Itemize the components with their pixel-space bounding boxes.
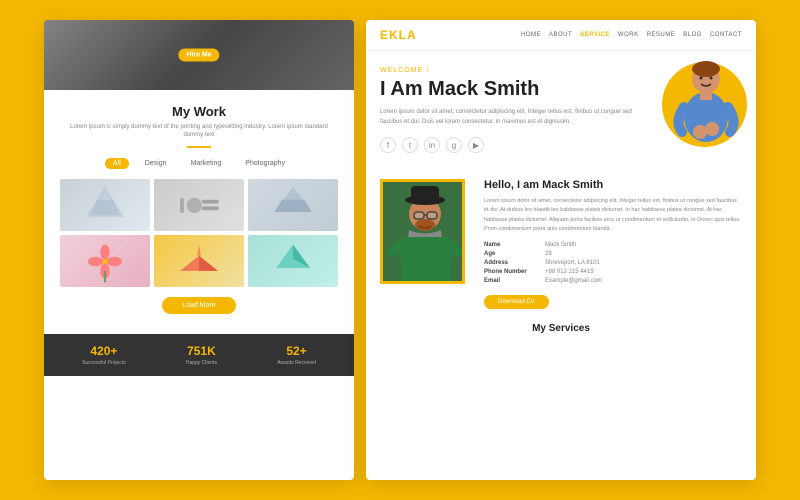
person-photo-container — [380, 179, 470, 284]
right-hero-section: WELCOME ! I Am Mack Smith Lorem ipsum do… — [366, 51, 756, 171]
nav-resume[interactable]: RESUME — [647, 32, 676, 38]
welcome-label: WELCOME ! — [380, 67, 632, 74]
info-label-phone: Phone Number — [484, 269, 539, 275]
hero-name: I Am Mack Smith — [380, 78, 632, 100]
portfolio-item-4[interactable] — [60, 235, 150, 287]
filter-tab-photography[interactable]: Photography — [237, 158, 293, 169]
nav-about[interactable]: ABOUT — [549, 32, 572, 38]
logo: EKLA — [380, 28, 417, 42]
about-description: Lorem ipsum dolor sit amet, consectetur … — [484, 197, 742, 234]
info-value-address: Shreveport, LA 8101 — [545, 260, 600, 266]
right-navbar: EKLA HOME ABOUT SERVICE WORK RESUME BLOG… — [366, 20, 756, 51]
info-table: Name Mack Smith Age 28 Address Shrevepor… — [484, 242, 742, 284]
info-row-address: Address Shreveport, LA 8101 — [484, 260, 742, 266]
person-photo — [383, 182, 462, 281]
about-title: Hello, I am Mack Smith — [484, 179, 742, 191]
social-twitter[interactable]: t — [402, 137, 418, 153]
info-row-age: Age 28 — [484, 251, 742, 257]
person-photo-frame — [380, 179, 465, 284]
left-panel-hero: Hire Me — [44, 20, 354, 90]
info-label-address: Address — [484, 260, 539, 266]
info-label-name: Name — [484, 242, 539, 248]
nav-contact[interactable]: CONTACT — [710, 32, 742, 38]
info-row-name: Name Mack Smith — [484, 242, 742, 248]
filter-tabs: All Design Marketing Photography — [60, 158, 338, 169]
hire-me-button[interactable]: Hire Me — [178, 49, 219, 62]
info-value-email: Example@gmail.com — [545, 278, 602, 284]
stat-awards-number: 52+ — [277, 344, 316, 358]
info-label-age: Age — [484, 251, 539, 257]
right-panel: EKLA HOME ABOUT SERVICE WORK RESUME BLOG… — [366, 20, 756, 480]
hero-person-image — [654, 57, 744, 157]
portfolio-item-5[interactable] — [154, 235, 244, 287]
nav-service[interactable]: SERVICE — [580, 32, 610, 38]
stat-clients-label: Happy Clients — [186, 360, 217, 366]
load-more-button[interactable]: Load More — [162, 297, 235, 314]
info-label-email: Email — [484, 278, 539, 284]
stat-clients: 751K Happy Clients — [186, 344, 217, 366]
portfolio-title: My Work — [60, 104, 338, 119]
stat-projects-label: Successful Projects — [82, 360, 126, 366]
hero-description: Lorem ipsum dolor sit amet, consectetur … — [380, 108, 632, 127]
portfolio-item-2[interactable] — [154, 179, 244, 231]
social-icons: f t in g ▶ — [380, 137, 632, 153]
title-divider — [187, 146, 211, 148]
social-youtube[interactable]: ▶ — [468, 137, 484, 153]
hero-text: WELCOME ! I Am Mack Smith Lorem ipsum do… — [380, 67, 642, 161]
social-linkedin[interactable]: in — [424, 137, 440, 153]
about-text-area: Hello, I am Mack Smith Lorem ipsum dolor… — [484, 179, 742, 309]
outer-frame: Hire Me My Work Lorem ipsum is simply du… — [0, 0, 800, 500]
filter-tab-design[interactable]: Design — [137, 158, 175, 169]
filter-tab-marketing[interactable]: Marketing — [183, 158, 230, 169]
info-value-phone: +98 012 215 4415 — [545, 269, 594, 275]
stat-awards-label: Awards Received — [277, 360, 316, 366]
download-cv-button[interactable]: Download CV — [484, 295, 549, 309]
social-googleplus[interactable]: g — [446, 137, 462, 153]
nav-home[interactable]: HOME — [521, 32, 541, 38]
stats-bar: 420+ Successful Projects 751K Happy Clie… — [44, 334, 354, 376]
stat-projects-number: 420+ — [82, 344, 126, 358]
stat-clients-number: 751K — [186, 344, 217, 358]
stat-awards: 52+ Awards Received — [277, 344, 316, 366]
filter-tab-all[interactable]: All — [105, 158, 129, 169]
portfolio-content: My Work Lorem ipsum is simply dummy text… — [44, 90, 354, 334]
portfolio-item-3[interactable] — [248, 179, 338, 231]
left-panel: Hire Me My Work Lorem ipsum is simply du… — [44, 20, 354, 480]
nav-work[interactable]: WORK — [618, 32, 639, 38]
my-services-label: My Services — [366, 317, 756, 338]
portfolio-item-1[interactable] — [60, 179, 150, 231]
info-row-email: Email Example@gmail.com — [484, 278, 742, 284]
portfolio-item-6[interactable] — [248, 235, 338, 287]
portfolio-grid — [60, 179, 338, 287]
right-middle-section: Hello, I am Mack Smith Lorem ipsum dolor… — [366, 171, 756, 317]
hero-image-area — [642, 67, 742, 161]
info-row-phone: Phone Number +98 012 215 4415 — [484, 269, 742, 275]
portfolio-subtitle: Lorem ipsum is simply dummy text of the … — [60, 123, 338, 140]
stat-projects: 420+ Successful Projects — [82, 344, 126, 366]
info-value-name: Mack Smith — [545, 242, 576, 248]
nav-blog[interactable]: BLOG — [683, 32, 702, 38]
nav-links: HOME ABOUT SERVICE WORK RESUME BLOG CONT… — [521, 32, 742, 38]
social-facebook[interactable]: f — [380, 137, 396, 153]
info-value-age: 28 — [545, 251, 552, 257]
